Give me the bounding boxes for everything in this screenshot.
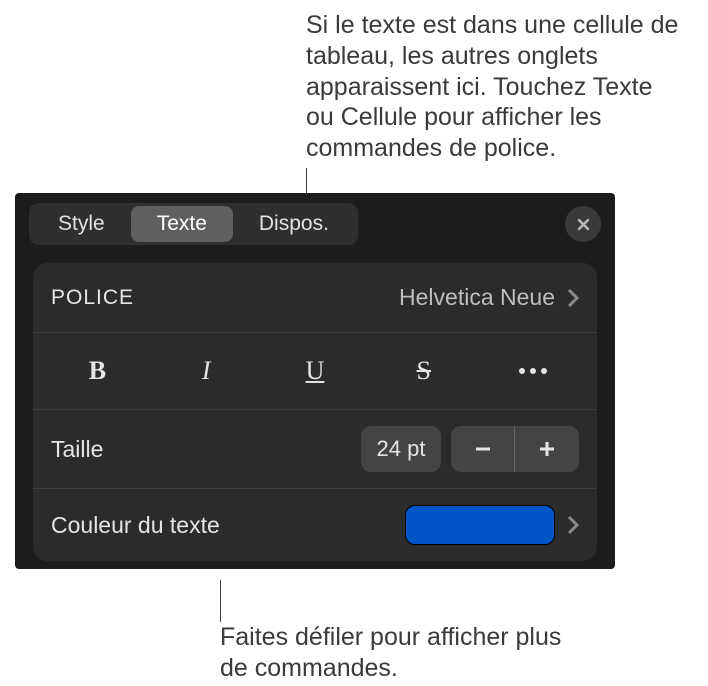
text-color-controls: [405, 505, 579, 545]
close-button[interactable]: [565, 206, 601, 242]
font-value-wrap: Helvetica Neue: [399, 284, 579, 311]
text-style-row: B I U S: [33, 333, 597, 410]
tab-layout[interactable]: Dispos.: [233, 206, 355, 242]
size-label: Taille: [51, 436, 103, 463]
size-field[interactable]: 24 pt: [361, 426, 441, 472]
close-icon: [576, 217, 591, 232]
annotation-bottom: Faites défiler pour afficher plus de com…: [220, 622, 590, 684]
size-controls: 24 pt: [361, 426, 579, 472]
controls-card: Police Helvetica Neue B I U S Taille 24 …: [33, 263, 597, 561]
panel-header: Style Texte Dispos.: [15, 193, 615, 249]
plus-icon: [537, 439, 557, 459]
annotation-bottom-leader: [220, 580, 221, 622]
tab-style[interactable]: Style: [32, 206, 131, 242]
chevron-right-icon: [567, 515, 579, 535]
size-decrement-button[interactable]: [451, 426, 515, 472]
minus-icon: [473, 439, 493, 459]
italic-button[interactable]: I: [156, 347, 257, 395]
text-color-row[interactable]: Couleur du texte: [33, 489, 597, 561]
annotation-top: Si le texte est dans une cellule de tabl…: [306, 10, 686, 164]
underline-button[interactable]: U: [265, 347, 366, 395]
chevron-right-icon: [567, 288, 579, 308]
bold-button[interactable]: B: [47, 347, 148, 395]
tab-bar: Style Texte Dispos.: [29, 203, 358, 245]
strikethrough-button[interactable]: S: [373, 347, 474, 395]
font-label: Police: [51, 286, 134, 310]
font-row[interactable]: Police Helvetica Neue: [33, 263, 597, 333]
text-color-label: Couleur du texte: [51, 512, 220, 539]
size-increment-button[interactable]: [515, 426, 579, 472]
size-row: Taille 24 pt: [33, 410, 597, 489]
format-panel: Style Texte Dispos. Police Helvetica Neu…: [15, 193, 615, 569]
tab-text[interactable]: Texte: [131, 206, 233, 242]
more-styles-button[interactable]: [482, 347, 583, 395]
size-stepper: [451, 426, 579, 472]
text-color-swatch[interactable]: [405, 505, 555, 545]
ellipsis-icon: [519, 368, 547, 374]
font-value: Helvetica Neue: [399, 284, 555, 311]
